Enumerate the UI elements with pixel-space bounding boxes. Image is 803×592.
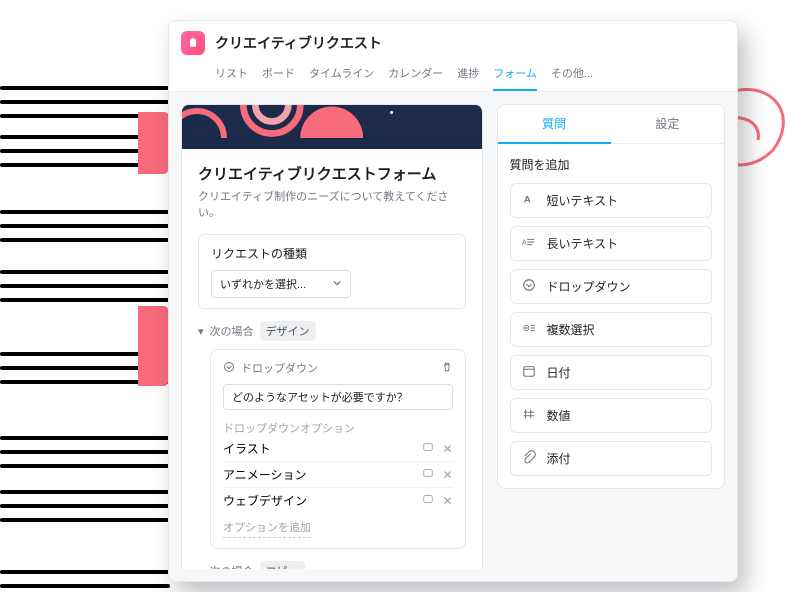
- branch-when-label: 次の場合: [210, 323, 254, 339]
- short-text-icon: A: [521, 192, 537, 209]
- multi-select-icon: [521, 321, 537, 338]
- qtype-label: 添付: [547, 450, 571, 467]
- form-builder: クリエイティブリクエストフォーム クリエイティブ制作のニーズについて教えてくださ…: [181, 104, 483, 569]
- option-row[interactable]: イラスト ✕: [223, 436, 453, 462]
- remove-icon[interactable]: ✕: [442, 494, 452, 508]
- add-option-link[interactable]: オプションを追加: [223, 519, 311, 538]
- qtype-label: ドロップダウン: [547, 278, 631, 295]
- caret-down-icon: ▾: [198, 325, 204, 338]
- form-description: クリエイティブ制作のニーズについて教えてください。: [198, 188, 466, 220]
- qtype-label: 日付: [547, 364, 571, 381]
- tab-more[interactable]: その他...: [551, 61, 593, 91]
- app-window: クリエイティブリクエスト リスト ボード タイムライン カレンダー 進捗 フォー…: [168, 20, 738, 582]
- number-icon: [521, 407, 537, 424]
- qtype-date[interactable]: 日付: [510, 355, 712, 390]
- qtype-short-text[interactable]: A 短いテキスト: [510, 183, 712, 218]
- options-label: ドロップダウンオプション: [223, 420, 453, 436]
- side-tab-settings[interactable]: 設定: [611, 105, 724, 143]
- qtype-label: 短いテキスト: [547, 192, 619, 209]
- qtype-multi-select[interactable]: 複数選択: [510, 312, 712, 347]
- question-input[interactable]: [223, 384, 453, 410]
- branch-chip-copy: コピー: [260, 561, 305, 569]
- qtype-number[interactable]: 数値: [510, 398, 712, 433]
- color-chip-icon[interactable]: [422, 493, 434, 508]
- side-tab-questions[interactable]: 質問: [498, 105, 611, 144]
- dropdown-icon: [521, 278, 537, 295]
- option-label: イラスト: [223, 440, 271, 457]
- form-title: クリエイティブリクエストフォーム: [198, 163, 466, 184]
- option-row[interactable]: ウェブデザイン ✕: [223, 488, 453, 513]
- content-area: クリエイティブリクエストフォーム クリエイティブ制作のニーズについて教えてくださ…: [169, 92, 737, 581]
- tab-form[interactable]: フォーム: [493, 61, 537, 91]
- qtype-long-text[interactable]: A 長いテキスト: [510, 226, 712, 261]
- field-request-type[interactable]: リクエストの種類 いずれかを選択...: [198, 234, 466, 309]
- branch-header-copy[interactable]: ▾ 次の場合 コピー: [198, 561, 466, 569]
- branch-header-design[interactable]: ▾ 次の場合 デザイン: [198, 321, 466, 341]
- add-question-label: 質問を追加: [510, 156, 712, 173]
- question-panel: 質問 設定 質問を追加 A 短いテキスト A 長いテキスト: [497, 104, 725, 489]
- caret-down-icon: ▾: [198, 565, 204, 570]
- tab-board[interactable]: ボード: [262, 61, 295, 91]
- project-icon: [181, 31, 205, 55]
- form-banner: [182, 105, 482, 149]
- option-label: アニメーション: [223, 466, 307, 483]
- qtype-dropdown[interactable]: ドロップダウン: [510, 269, 712, 304]
- view-tabs: リスト ボード タイムライン カレンダー 進捗 フォーム その他...: [215, 61, 725, 91]
- dropdown-icon: [223, 361, 235, 376]
- option-row[interactable]: アニメーション ✕: [223, 462, 453, 488]
- qtype-label: 数値: [547, 407, 571, 424]
- field-label: リクエストの種類: [211, 245, 453, 262]
- chevron-down-icon: [332, 278, 342, 291]
- tab-progress[interactable]: 進捗: [457, 61, 479, 91]
- tab-timeline[interactable]: タイムライン: [309, 61, 374, 91]
- tab-list[interactable]: リスト: [215, 61, 248, 91]
- attachment-icon: [521, 450, 537, 467]
- option-label: ウェブデザイン: [223, 492, 307, 509]
- svg-text:A: A: [522, 240, 527, 247]
- question-type-list: A 短いテキスト A 長いテキスト ドロップダウン: [510, 183, 712, 476]
- color-chip-icon[interactable]: [422, 467, 434, 482]
- remove-icon[interactable]: ✕: [442, 442, 452, 456]
- qtype-label: 長いテキスト: [547, 235, 619, 252]
- remove-icon[interactable]: ✕: [442, 468, 452, 482]
- qtype-label: 複数選択: [547, 321, 595, 338]
- tab-calendar[interactable]: カレンダー: [388, 61, 443, 91]
- long-text-icon: A: [521, 235, 537, 252]
- branch-chip-design: デザイン: [260, 321, 316, 341]
- qtype-attachment[interactable]: 添付: [510, 441, 712, 476]
- header: クリエイティブリクエスト リスト ボード タイムライン カレンダー 進捗 フォー…: [169, 21, 737, 92]
- form-card: クリエイティブリクエストフォーム クリエイティブ制作のニーズについて教えてくださ…: [181, 104, 483, 569]
- question-type-label: ドロップダウン: [241, 360, 318, 376]
- project-title: クリエイティブリクエスト: [215, 33, 382, 53]
- color-chip-icon[interactable]: [422, 441, 434, 456]
- select-placeholder: いずれかを選択...: [220, 276, 306, 292]
- date-icon: [521, 364, 537, 381]
- svg-text:A: A: [523, 195, 530, 206]
- branch-body-design: ドロップダウン ドロップダウンオプション イラスト ✕: [210, 349, 466, 549]
- request-type-select[interactable]: いずれかを選択...: [211, 270, 351, 298]
- delete-icon[interactable]: [441, 361, 453, 376]
- side-column: 質問 設定 質問を追加 A 短いテキスト A 長いテキスト: [497, 104, 725, 569]
- branch-when-label: 次の場合: [210, 563, 254, 569]
